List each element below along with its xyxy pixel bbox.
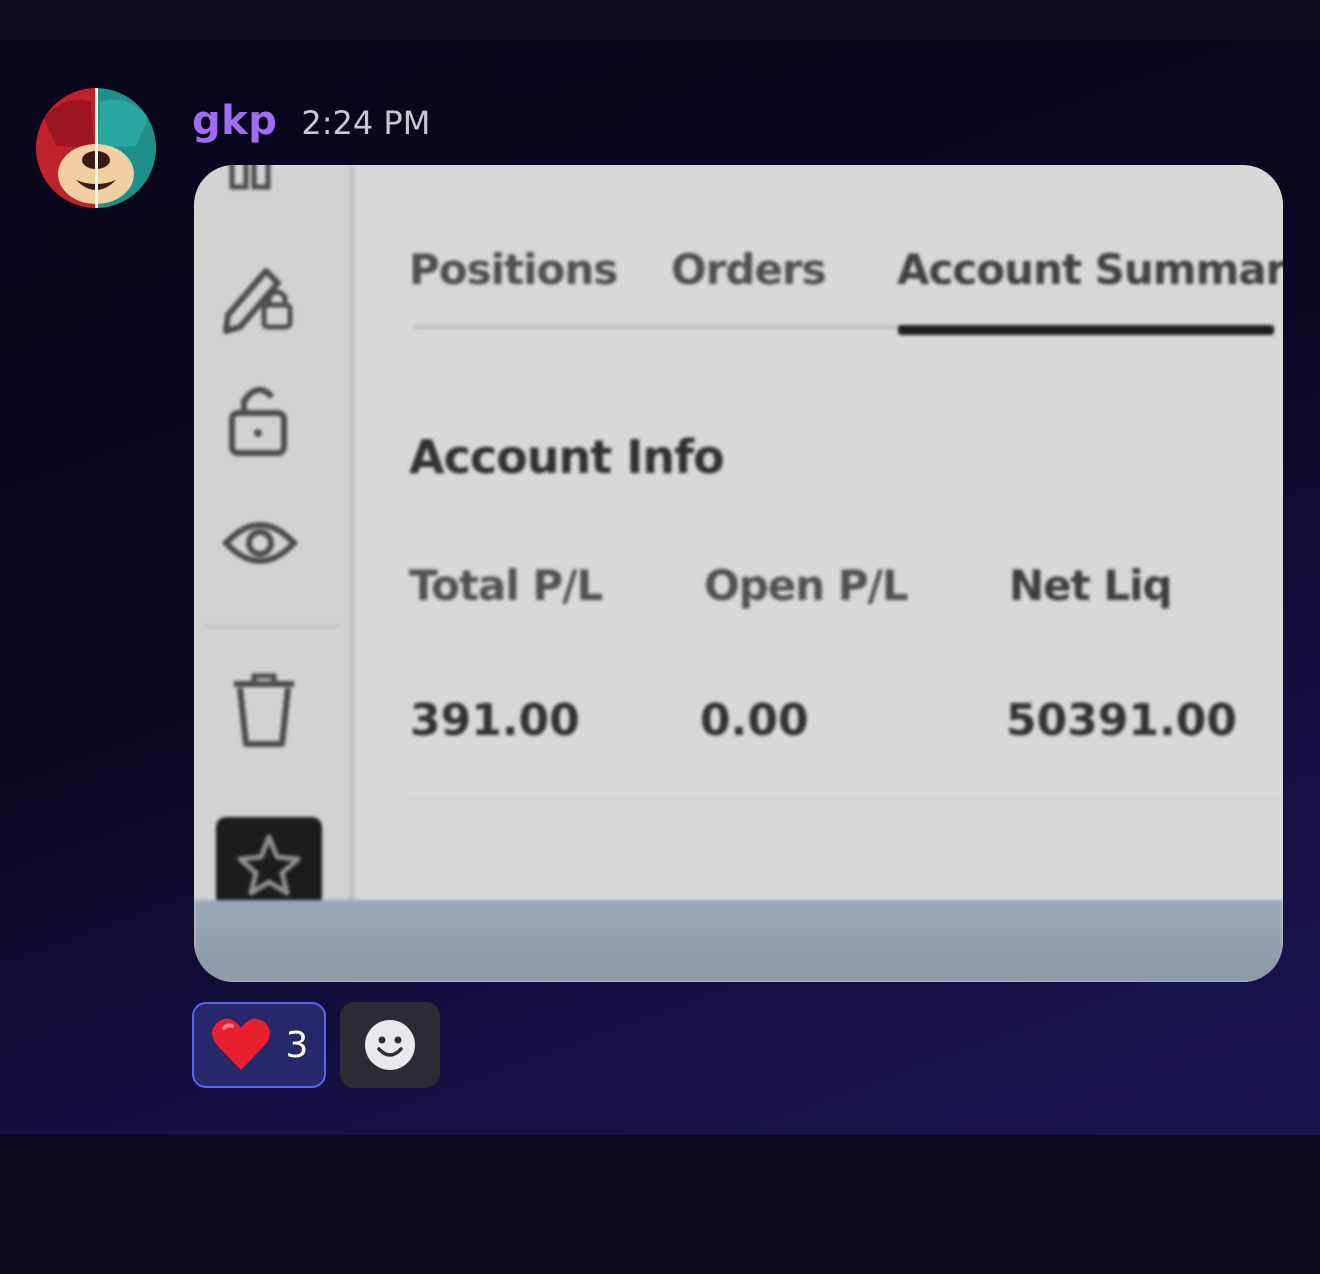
smiley-icon: [365, 1020, 415, 1070]
image-attachment[interactable]: Positions Orders Account Summary Account…: [194, 165, 1283, 982]
grid-icon: [229, 165, 271, 190]
section-title: Account Info: [409, 430, 725, 484]
photo-content: Positions Orders Account Summary Account…: [194, 165, 1283, 982]
total-pl-label: Total P/L: [409, 561, 603, 610]
net-liq-value: 50391.00: [1006, 695, 1238, 746]
heart-reaction-button[interactable]: 3: [192, 1002, 326, 1088]
trash-icon: [234, 673, 294, 747]
star-icon: [237, 834, 301, 896]
tab-active-indicator: [898, 325, 1274, 335]
tab-orders: Orders: [671, 245, 827, 294]
photo-bottom-edge: [194, 900, 1283, 982]
avatar-bear-icon: [36, 88, 156, 208]
net-liq-label: Net Liq: [1009, 561, 1173, 610]
table-divider: [409, 797, 1279, 799]
open-pl-label: Open P/L: [704, 561, 909, 610]
reactions-bar: 3: [192, 1002, 440, 1088]
timestamp: 2:24 PM: [301, 104, 431, 142]
pencil-lock-icon: [223, 268, 293, 334]
add-reaction-button[interactable]: [340, 1002, 440, 1088]
photo-sidebar: [194, 165, 355, 907]
avatar[interactable]: [36, 88, 156, 208]
reaction-count: 3: [285, 1024, 309, 1066]
eye-icon: [221, 522, 299, 564]
unlock-icon: [229, 387, 287, 456]
bottom-area: [0, 1135, 1320, 1274]
message-header: gkp 2:24 PM: [192, 98, 430, 150]
tab-positions: Positions: [409, 245, 618, 294]
rail-divider: [204, 625, 339, 628]
top-strip: [0, 0, 1320, 40]
open-pl-value: 0.00: [700, 695, 809, 746]
username[interactable]: gkp: [192, 98, 277, 144]
star-tile: [216, 817, 322, 907]
heart-icon: [211, 1018, 270, 1070]
total-pl-value: 391.00: [410, 695, 580, 746]
tab-account-summary: Account Summary: [897, 245, 1283, 294]
